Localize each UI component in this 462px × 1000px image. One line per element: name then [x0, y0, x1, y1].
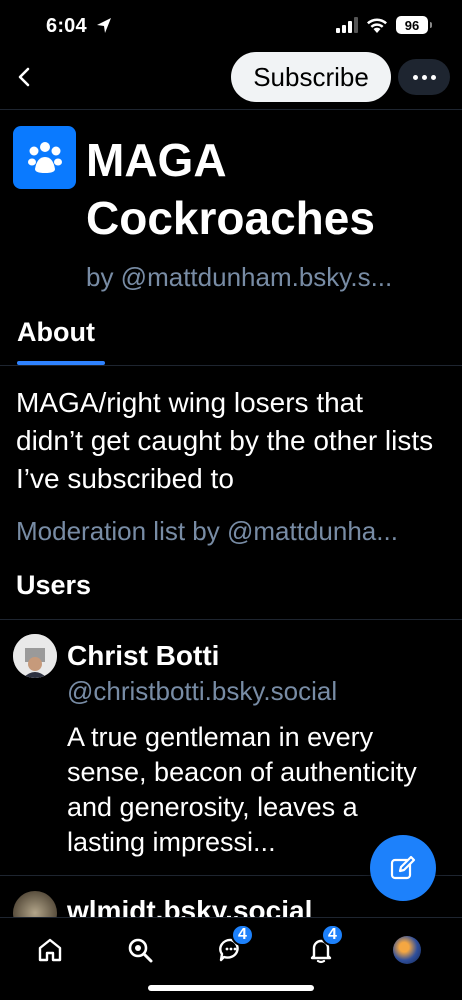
notification-badge: 4 [321, 924, 344, 946]
battery-level: 96 [404, 17, 420, 33]
users-heading: Users [16, 570, 92, 600]
status-bar: 6:04 96 [0, 0, 462, 52]
user-display-name[interactable]: wlmidt.bsky.social [67, 895, 312, 917]
subscribe-button[interactable]: Subscribe [231, 52, 391, 102]
cellular-signal-icon [336, 17, 358, 33]
more-options-button[interactable] [398, 59, 450, 95]
more-dot-icon [421, 74, 427, 80]
moderation-list-owner-link[interactable]: Moderation list by @mattdunha... [16, 516, 448, 547]
avatar[interactable] [13, 891, 57, 917]
compose-icon [390, 855, 416, 880]
user-handle[interactable]: @christbotti.bsky.social [67, 676, 337, 707]
avatar-photo [13, 634, 57, 678]
list-title: MAGA Cockroaches [86, 134, 375, 244]
more-dot-icon [412, 74, 418, 80]
nav-profile[interactable] [389, 932, 425, 968]
nav-messages[interactable]: 4 [213, 924, 254, 968]
users-group-icon [27, 141, 62, 173]
nav-search[interactable] [122, 932, 158, 968]
search-icon [128, 938, 153, 963]
home-icon [38, 938, 62, 962]
status-time: 6:04 [46, 15, 87, 37]
nav-notifications[interactable]: 4 [303, 924, 344, 968]
status-indicators: 96 [336, 16, 432, 34]
wifi-icon [367, 18, 387, 33]
back-button[interactable] [12, 62, 36, 92]
avatar[interactable] [13, 634, 57, 678]
avatar [393, 936, 421, 964]
more-dot-icon [430, 74, 436, 80]
tab-about[interactable]: About [17, 317, 95, 348]
list-header-bar: Subscribe [0, 52, 462, 110]
compose-button[interactable] [370, 835, 436, 901]
user-display-name[interactable]: Christ Botti [67, 640, 219, 672]
list-owner-link[interactable]: by @mattdunham.bsky.s... [86, 262, 446, 293]
location-arrow-icon [97, 18, 111, 33]
tab-bar: About [0, 305, 462, 366]
nav-home[interactable] [32, 932, 68, 968]
list-description: MAGA/right wing losers that didn’t get c… [16, 387, 434, 494]
battery-indicator: 96 [396, 16, 432, 34]
chevron-left-icon [18, 67, 30, 87]
user-bio: A true gentleman in every sense, beacon … [67, 722, 417, 857]
unread-badge: 4 [231, 924, 254, 946]
home-indicator[interactable] [148, 985, 314, 991]
list-avatar [13, 126, 76, 189]
tab-active-indicator [17, 361, 105, 365]
